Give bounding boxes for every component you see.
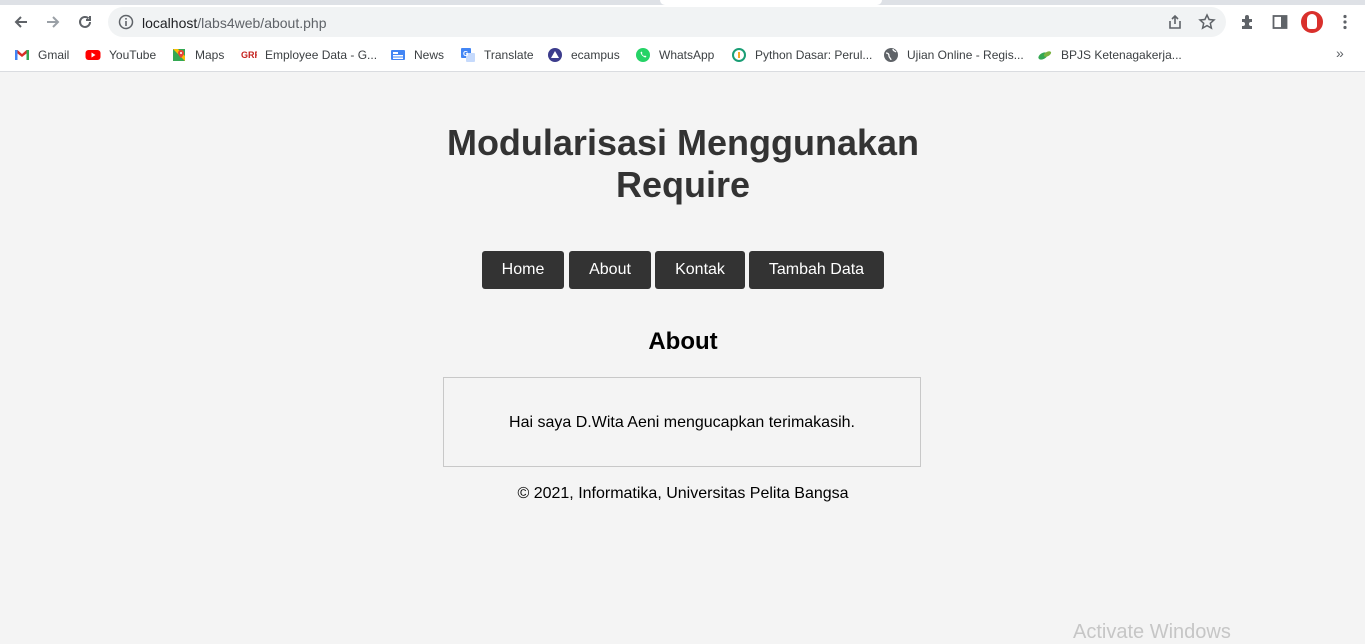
extensions-icon[interactable] [1239, 13, 1257, 31]
back-arrow-icon [14, 16, 27, 28]
bpjs-icon [1037, 47, 1053, 63]
bookmarks-bar: Gmail YouTube Maps GRP Employee Data - G… [0, 39, 1365, 72]
bookmark-label: Maps [195, 48, 225, 62]
url-text: localhost/labs4web/about.php [142, 15, 326, 31]
nav-about-link[interactable]: About [569, 251, 651, 289]
grp-icon: GRP [241, 47, 257, 63]
more-bookmarks-chevron-icon[interactable]: » [1336, 45, 1344, 61]
content-text: Hai saya D.Wita Aeni mengucapkan terimak… [509, 414, 855, 431]
svg-text:GRP: GRP [241, 50, 257, 60]
browser-toolbar: localhost/labs4web/about.php [0, 5, 1365, 39]
activate-windows-watermark: Activate Windows [1073, 621, 1231, 643]
bookmark-maps[interactable]: Maps [171, 47, 224, 63]
footer-copyright: © 2021, Informatika, Universitas Pelita … [517, 485, 849, 502]
bookmark-label: News [414, 48, 445, 62]
bookmark-news[interactable]: News [390, 47, 444, 63]
bookmark-ujian-online[interactable]: Ujian Online - Regis... [883, 47, 1024, 63]
page-viewport: Modularisasi Menggunakan Require Home Ab… [0, 72, 1365, 643]
nav-tambah-data-link[interactable]: Tambah Data [749, 251, 884, 289]
bookmark-label: Translate [484, 48, 534, 62]
side-panel-icon[interactable] [1271, 13, 1289, 31]
bookmark-label: WhatsApp [659, 48, 715, 62]
section-heading: About [648, 328, 718, 355]
python-course-icon [731, 47, 747, 63]
site-title: Modularisasi Menggunakan Require [446, 122, 920, 205]
site-info-icon[interactable] [118, 14, 134, 30]
bookmark-label: BPJS Ketenagakerja... [1061, 48, 1182, 62]
url-path: /labs4web/about.php [197, 15, 327, 31]
ecampus-icon [547, 47, 563, 63]
svg-text:G: G [463, 51, 469, 58]
url-host: localhost [142, 15, 198, 31]
bookmark-star-icon[interactable] [1198, 13, 1216, 31]
bookmark-whatsapp[interactable]: WhatsApp [635, 47, 714, 63]
bookmark-ecampus[interactable]: ecampus [547, 47, 620, 63]
bookmark-employee-data[interactable]: GRP Employee Data - G... [241, 47, 377, 63]
bookmark-label: Ujian Online - Regis... [907, 48, 1024, 62]
address-bar[interactable]: localhost/labs4web/about.php [108, 7, 1226, 37]
forward-arrow-icon [47, 16, 60, 28]
maps-icon [171, 47, 187, 63]
bookmark-label: YouTube [109, 48, 157, 62]
bookmark-label: Python Dasar: Perul... [755, 48, 873, 62]
bookmark-label: Gmail [38, 48, 70, 62]
translate-icon: G [460, 47, 476, 63]
share-icon[interactable] [1166, 13, 1184, 31]
news-icon [390, 47, 406, 63]
whatsapp-icon [635, 47, 651, 63]
menu-kebab-icon[interactable] [1336, 13, 1354, 31]
nav-kontak-link[interactable]: Kontak [655, 251, 745, 289]
bookmark-youtube[interactable]: YouTube [85, 47, 156, 63]
bookmark-label: ecampus [571, 48, 620, 62]
back-button[interactable] [8, 9, 34, 35]
reload-icon [79, 15, 91, 28]
gmail-icon [14, 47, 30, 63]
nav-home-link[interactable]: Home [482, 251, 564, 289]
bookmark-label: Employee Data - G... [265, 48, 378, 62]
content-box: Hai saya D.Wita Aeni mengucapkan terimak… [443, 377, 921, 467]
bookmark-python-dasar[interactable]: Python Dasar: Perul... [731, 47, 872, 63]
bookmark-translate[interactable]: G Translate [460, 47, 534, 63]
forward-button[interactable] [40, 9, 66, 35]
bookmark-bpjs[interactable]: BPJS Ketenagakerja... [1037, 47, 1182, 63]
reload-button[interactable] [72, 9, 98, 35]
profile-avatar[interactable] [1301, 11, 1323, 33]
globe-icon [883, 47, 899, 63]
youtube-icon [85, 47, 101, 63]
bookmark-gmail[interactable]: Gmail [14, 47, 69, 63]
